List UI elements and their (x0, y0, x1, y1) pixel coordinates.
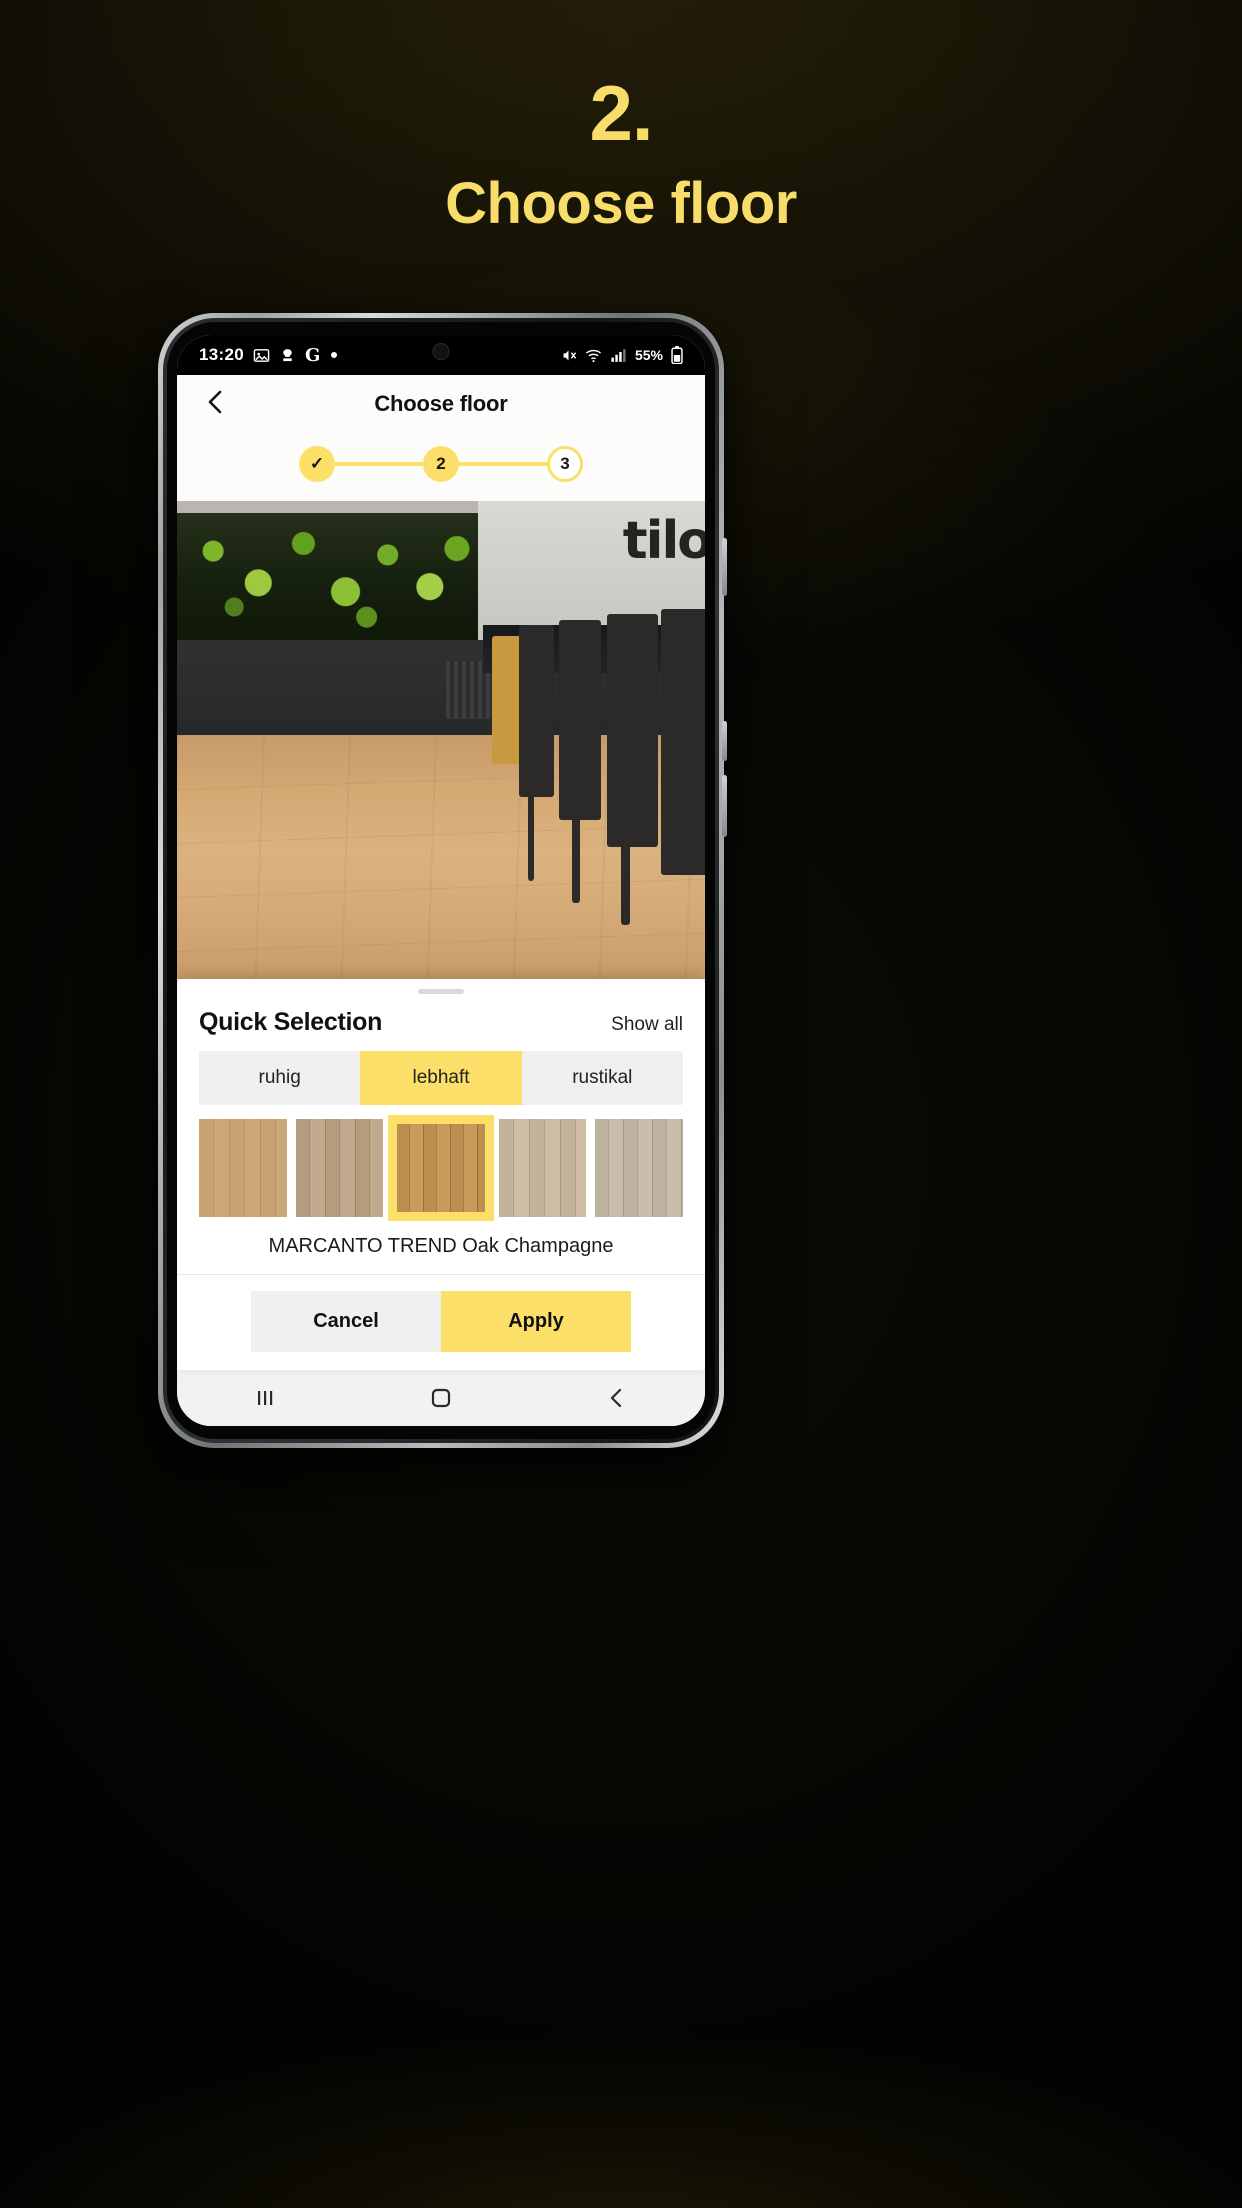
phone-screen: 13:20 G 55% Choose floor ✓ 2 3 tilo Quic… (177, 335, 705, 1426)
promo-heading: 2. Choose floor (0, 74, 1242, 235)
app-bar: Choose floor ✓ 2 3 (177, 375, 705, 501)
floor-swatch-1[interactable] (199, 1119, 287, 1217)
segment-rustikal[interactable]: rustikal (521, 1051, 683, 1106)
google-icon: G (304, 344, 321, 366)
status-bar: 13:20 G 55% (177, 335, 705, 375)
stepper-step-3[interactable]: 3 (547, 446, 583, 482)
stepper-row: ✓ 2 3 (299, 446, 583, 482)
status-bar-left: 13:20 G (199, 345, 338, 366)
room-photo[interactable]: tilo (177, 501, 705, 980)
floor-swatch-5-texture (595, 1119, 683, 1217)
sheet-actions: Cancel Apply (177, 1274, 705, 1370)
camera-notch (410, 335, 472, 365)
floor-swatch-5[interactable] (595, 1119, 683, 1217)
phone-power-button[interactable] (722, 775, 727, 837)
plant-wall (177, 501, 478, 640)
floor-swatch-3-texture (397, 1124, 485, 1212)
stepper-connector-1 (335, 462, 423, 466)
stepper-step-2[interactable]: 2 (423, 446, 459, 482)
floor-swatch-1-texture (199, 1119, 287, 1217)
selected-product-name: MARCANTO TREND Oak Champagne (268, 1235, 614, 1257)
segment-ruhig[interactable]: ruhig (199, 1051, 361, 1106)
home-icon[interactable] (429, 1386, 453, 1410)
sheet-header: Quick Selection Show all (177, 994, 705, 1051)
phone-volume-up-button[interactable] (722, 538, 727, 596)
apply-button[interactable]: Apply (441, 1291, 631, 1352)
dot-icon (330, 351, 338, 359)
stepper-connector-2 (459, 462, 547, 466)
style-segmented-control: ruhig lebhaft rustikal (199, 1051, 683, 1106)
brand-logo: tilo (622, 511, 705, 571)
back-button[interactable] (195, 384, 235, 424)
status-bar-right: 55% (560, 346, 683, 364)
floor-swatch-list (177, 1105, 705, 1223)
mute-icon (560, 347, 577, 364)
app-icon (279, 347, 296, 364)
show-all-link[interactable]: Show all (611, 1014, 683, 1036)
segment-lebhaft[interactable]: lebhaft (360, 1051, 522, 1106)
page-title: Choose floor (374, 391, 508, 416)
android-nav-bar (177, 1370, 705, 1426)
floor-swatch-4[interactable] (498, 1119, 587, 1217)
phone-mockup: 13:20 G 55% Choose floor ✓ 2 3 tilo Quic… (158, 313, 727, 1448)
floor-swatch-2[interactable] (295, 1119, 384, 1217)
promo-step-number: 2. (589, 69, 653, 157)
image-icon (253, 347, 270, 364)
back-icon[interactable] (605, 1386, 629, 1410)
status-bar-time: 13:20 (199, 345, 244, 364)
floor-swatch-2-texture (295, 1119, 384, 1217)
floor-swatch-4-texture (498, 1119, 587, 1217)
quick-selection-sheet: Quick Selection Show all ruhig lebhaft r… (177, 979, 705, 1370)
phone-volume-down-button[interactable] (722, 721, 727, 761)
chevron-left-icon (203, 389, 227, 420)
promo-title: Choose floor (445, 171, 797, 236)
recents-icon[interactable] (253, 1386, 277, 1410)
sheet-title: Quick Selection (199, 1008, 383, 1037)
cancel-button[interactable]: Cancel (251, 1291, 441, 1352)
progress-stepper: ✓ 2 3 (177, 433, 705, 495)
signal-icon (610, 347, 627, 364)
stepper-step-1[interactable]: ✓ (299, 446, 335, 482)
floor-swatch-3-selected[interactable] (388, 1115, 494, 1221)
battery-icon (671, 346, 683, 364)
wifi-icon (585, 347, 602, 364)
app-bar-top: Choose floor (177, 375, 705, 433)
battery-percent-label: 55% (634, 347, 663, 363)
photo-bar-stools (483, 608, 705, 926)
